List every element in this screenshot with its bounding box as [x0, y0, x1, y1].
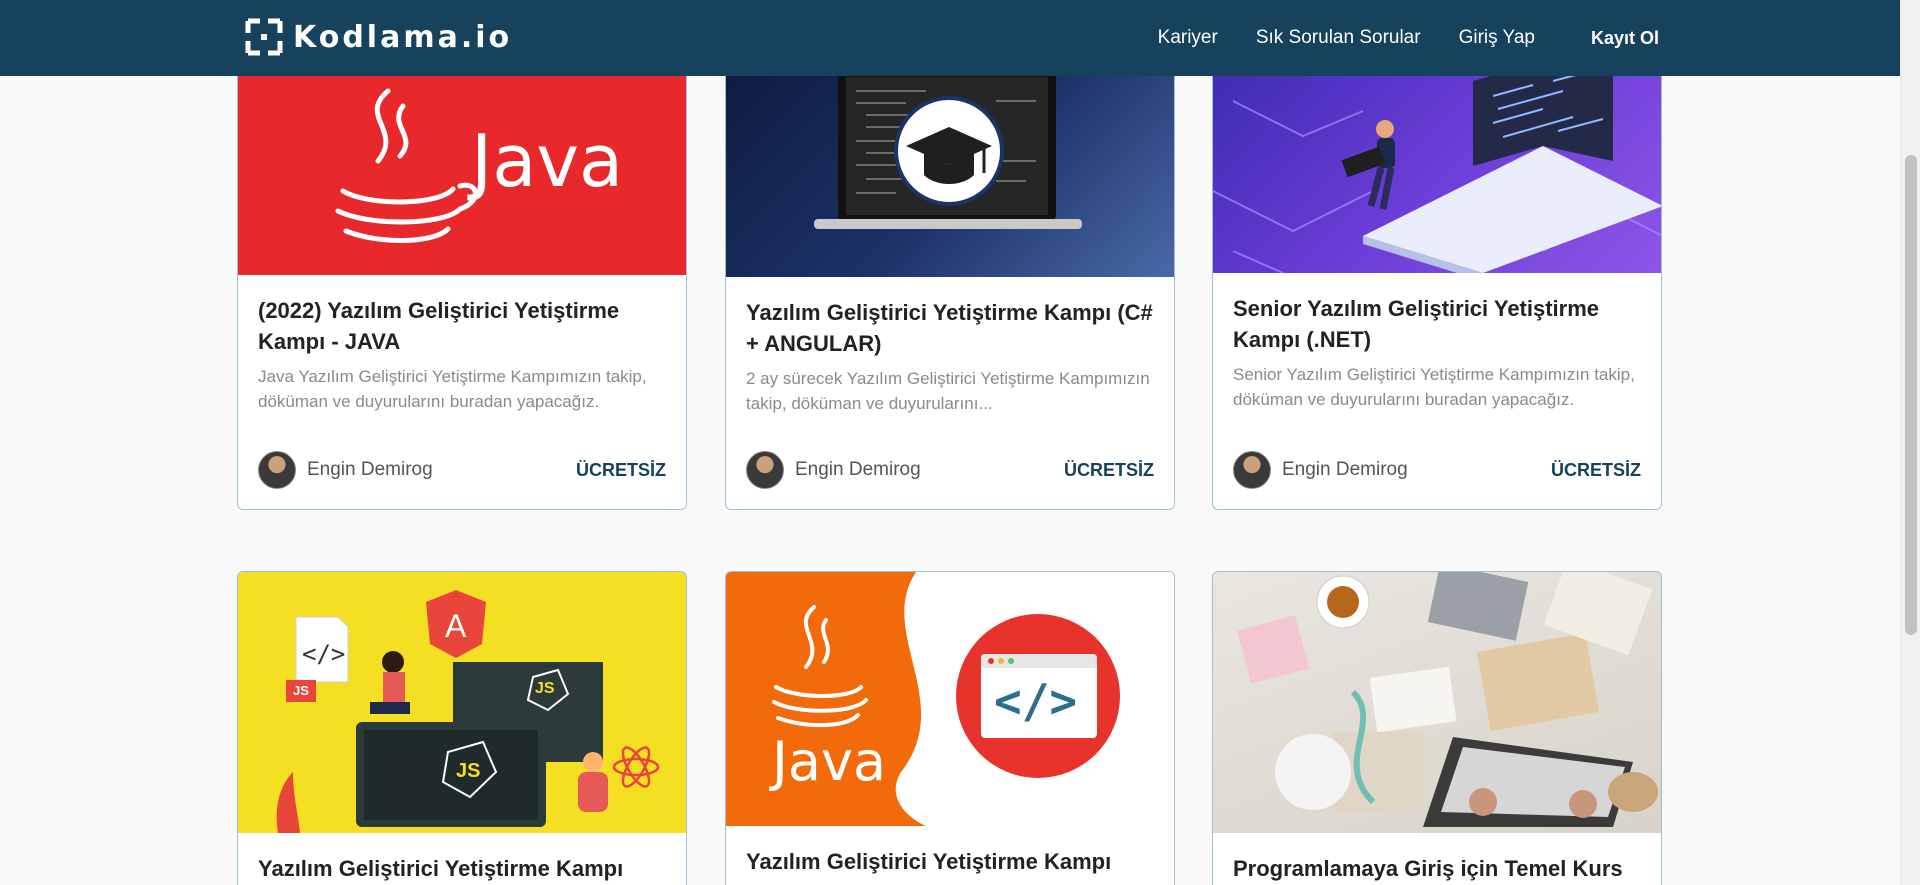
card-author: Engin Demirog: [258, 451, 433, 489]
laptop-graduation-icon: [814, 71, 1082, 229]
course-image: Java </>: [726, 572, 1174, 826]
author-name: Engin Demirog: [1282, 459, 1408, 480]
course-image: </> JS A JS JS: [238, 572, 686, 833]
card-description: Senior Yazılım Geliştirici Yetiştirme Ka…: [1233, 365, 1635, 410]
nav-link-kariyer[interactable]: Kariyer: [1158, 27, 1218, 49]
scrollbar-thumb[interactable]: [1905, 155, 1917, 635]
course-image: Java: [238, 41, 686, 275]
nav-link-login[interactable]: Giriş Yap: [1459, 27, 1535, 49]
logo-text: Kodlama.io: [293, 19, 513, 55]
page-scrollbar[interactable]: [1900, 0, 1920, 885]
angular-letter: A: [445, 608, 467, 644]
card-author: Engin Demirog: [746, 451, 921, 489]
course-card[interactable]: Yazılım Geliştirici Yetiştirme Kampı (C#…: [725, 40, 1175, 510]
logo-icon: [245, 18, 283, 56]
js-badge-text: JS: [456, 760, 481, 782]
nav-link-register[interactable]: Kayıt Ol: [1591, 28, 1659, 49]
avatar: [1233, 451, 1271, 489]
course-card[interactable]: Senior Yazılım Geliştirici Yetiştirme Ka…: [1212, 40, 1662, 510]
avatar: [746, 451, 784, 489]
course-card[interactable]: Programlamaya Giriş için Temel Kurs: [1212, 571, 1662, 885]
card-title[interactable]: Senior Yazılım Geliştirici Yetiştirme Ka…: [1233, 293, 1641, 355]
card-description: Java Yazılım Geliştirici Yetiştirme Kamp…: [258, 367, 647, 412]
price-label[interactable]: ÜCRETSİZ: [576, 460, 666, 481]
card-description: 2 ay sürecek Yazılım Geliştirici Yetişti…: [746, 369, 1150, 414]
course-image: [1213, 572, 1661, 833]
course-card[interactable]: Java </> Yazılım Geliştirici Yetiştirme …: [725, 571, 1175, 885]
course-image: [726, 41, 1174, 277]
card-title[interactable]: Yazılım Geliştirici Yetiştirme Kampı: [258, 853, 666, 884]
desk-photo-illustration: [1237, 572, 1658, 827]
course-card[interactable]: </> JS A JS JS Yazılım Geliştirici Yetiş…: [237, 571, 687, 885]
js-badge-text: JS: [535, 680, 555, 697]
card-title[interactable]: Yazılım Geliştirici Yetiştirme Kampı (C#…: [746, 297, 1154, 359]
site-logo[interactable]: Kodlama.io: [245, 18, 512, 56]
avatar: [258, 451, 296, 489]
code-tag-text: </>: [302, 640, 346, 668]
price-label[interactable]: ÜCRETSİZ: [1064, 460, 1154, 481]
card-title[interactable]: (2022) Yazılım Geliştirici Yetiştirme Ka…: [258, 295, 666, 357]
card-author: Engin Demirog: [1233, 451, 1408, 489]
code-brackets-text: </>: [994, 674, 1078, 728]
main-nav: Kariyer Sık Sorulan Sorular Giriş Yap Ka…: [1158, 0, 1659, 76]
price-label[interactable]: ÜCRETSİZ: [1551, 460, 1641, 481]
top-navbar: Kodlama.io Kariyer Sık Sorulan Sorular G…: [0, 0, 1900, 76]
card-title[interactable]: Programlamaya Giriş için Temel Kurs: [1233, 853, 1641, 884]
js-tag-text: JS: [293, 683, 309, 698]
author-name: Engin Demirog: [307, 459, 433, 480]
author-name: Engin Demirog: [795, 459, 921, 480]
card-title[interactable]: Yazılım Geliştirici Yetiştirme Kampı: [746, 846, 1154, 877]
nav-link-faq[interactable]: Sık Sorulan Sorular: [1256, 27, 1421, 49]
java-wordmark: Java: [471, 119, 624, 203]
course-card[interactable]: Java (2022) Yazılım Geliştirici Yetiştir…: [237, 40, 687, 510]
java-wordmark: Java: [772, 730, 887, 793]
